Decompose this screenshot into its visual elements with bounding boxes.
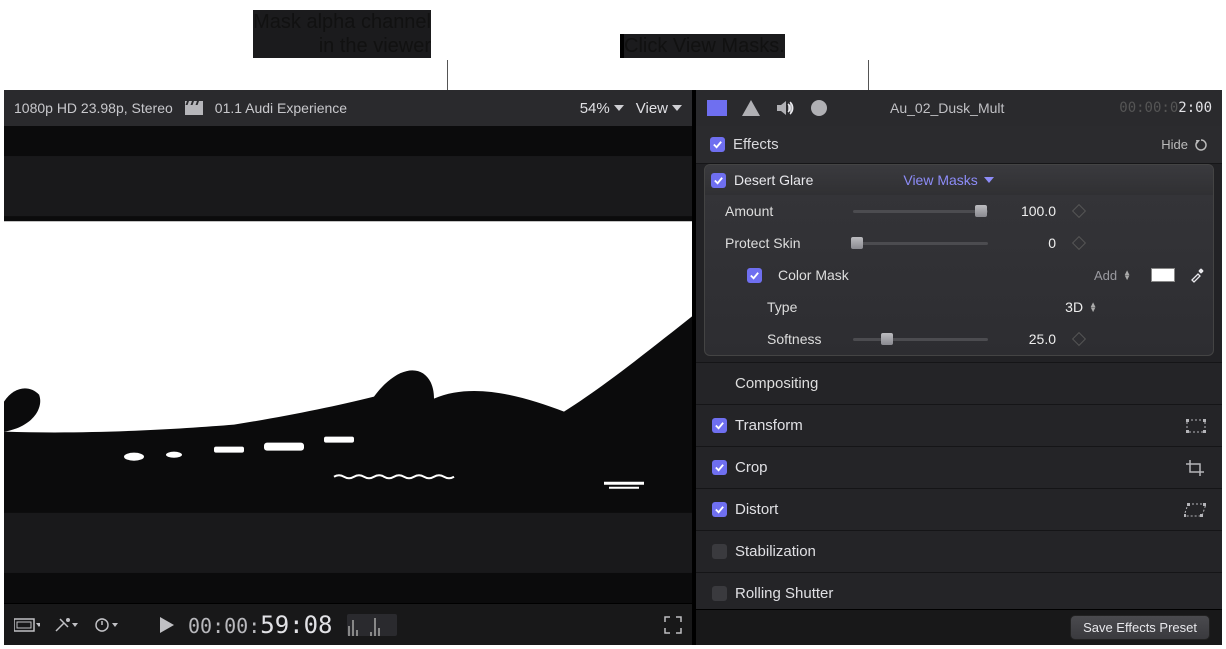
effects-checkbox[interactable] <box>710 137 725 152</box>
rolling-shutter-section[interactable]: Rolling Shutter <box>696 572 1222 609</box>
rolling-shutter-checkbox[interactable] <box>712 586 727 601</box>
zoom-menu[interactable]: 54% <box>580 100 624 117</box>
chevron-down-icon <box>614 105 624 111</box>
callout-mask-alpha: Mask alpha channel in the viewer <box>253 10 431 58</box>
effects-label: Effects <box>733 136 779 153</box>
inspector-panel: Au_02_Dusk_Mult 00:00:02:00 Effects Hide <box>692 90 1222 645</box>
display-options-menu[interactable] <box>14 617 40 633</box>
amount-value[interactable]: 100.0 <box>996 203 1056 219</box>
audio-meter <box>347 614 397 636</box>
view-menu[interactable]: View <box>636 100 682 117</box>
stabilization-section[interactable]: Stabilization <box>696 530 1222 572</box>
crop-icon[interactable] <box>1186 460 1206 476</box>
keyframe-button[interactable] <box>1072 204 1086 218</box>
transform-section[interactable]: Transform <box>696 404 1222 446</box>
stabilization-checkbox[interactable] <box>712 544 727 559</box>
softness-slider[interactable] <box>853 338 988 341</box>
transform-checkbox[interactable] <box>712 418 727 433</box>
clapperboard-icon <box>185 101 203 115</box>
param-type: Type 3D ▲▼ <box>705 291 1213 323</box>
distort-icon[interactable] <box>1184 503 1206 517</box>
chevron-down-icon <box>672 105 682 111</box>
color-mask-checkbox[interactable] <box>747 268 762 283</box>
app-window: 1080p HD 23.98p, Stereo 01.1 Audi Experi… <box>4 90 1222 645</box>
hide-effects-button[interactable]: Hide <box>1161 137 1208 152</box>
crop-section[interactable]: Crop <box>696 446 1222 488</box>
fullscreen-button[interactable] <box>664 616 682 634</box>
effect-enable-checkbox[interactable] <box>711 173 726 188</box>
retime-menu[interactable] <box>94 617 120 633</box>
save-effects-preset-button[interactable]: Save Effects Preset <box>1070 615 1210 640</box>
param-softness: Softness 25.0 <box>705 323 1213 355</box>
transport-bar: 00:00:59:08 <box>4 603 692 645</box>
timecode-display[interactable]: 00:00:59:08 <box>188 611 333 639</box>
color-inspector-tab[interactable] <box>740 99 762 117</box>
keyframe-button[interactable] <box>1072 332 1086 346</box>
effect-title-row[interactable]: Desert Glare View Masks <box>705 165 1213 195</box>
clip-duration: 00:00:02:00 <box>1119 100 1212 116</box>
distort-section[interactable]: Distort <box>696 488 1222 530</box>
param-color-mask: Color Mask Add ▲▼ <box>705 259 1213 291</box>
mask-alpha-display <box>4 126 692 603</box>
clip-name: Au_02_Dusk_Mult <box>890 100 1004 116</box>
effect-desert-glare: Desert Glare View Masks Amount 100.0 <box>704 164 1214 356</box>
video-inspector-tab[interactable] <box>706 99 728 117</box>
amount-slider[interactable] <box>853 210 988 213</box>
callout-view-masks: Click View Masks. <box>620 34 785 58</box>
project-title: 01.1 Audi Experience <box>215 100 347 116</box>
crop-checkbox[interactable] <box>712 460 727 475</box>
param-amount: Amount 100.0 <box>705 195 1213 227</box>
inspector-tabs: Au_02_Dusk_Mult 00:00:02:00 <box>696 90 1222 126</box>
keyframe-button[interactable] <box>1072 236 1086 250</box>
type-menu[interactable]: 3D ▲▼ <box>1065 299 1097 315</box>
format-label: 1080p HD 23.98p, Stereo <box>14 100 173 116</box>
inspector-footer: Save Effects Preset <box>696 609 1222 645</box>
audio-inspector-tab[interactable] <box>774 99 796 117</box>
compositing-section[interactable]: Compositing <box>696 362 1222 404</box>
info-inspector-tab[interactable] <box>808 99 830 117</box>
reset-icon <box>1194 138 1208 152</box>
mask-color-swatch[interactable] <box>1151 268 1175 282</box>
param-protect-skin: Protect Skin 0 <box>705 227 1213 259</box>
viewer-panel: 1080p HD 23.98p, Stereo 01.1 Audi Experi… <box>4 90 692 645</box>
eyedropper-icon[interactable] <box>1189 267 1205 283</box>
effects-section-header[interactable]: Effects Hide <box>696 126 1222 164</box>
protect-skin-value[interactable]: 0 <box>996 235 1056 251</box>
add-mask-menu[interactable]: Add ▲▼ <box>1094 268 1131 283</box>
chevron-down-icon <box>984 177 994 183</box>
effect-name: Desert Glare <box>734 172 813 188</box>
distort-checkbox[interactable] <box>712 502 727 517</box>
tool-menu[interactable] <box>54 617 80 633</box>
protect-skin-slider[interactable] <box>853 242 988 245</box>
play-button[interactable] <box>160 617 174 633</box>
view-masks-menu[interactable]: View Masks <box>903 172 993 188</box>
viewer-header: 1080p HD 23.98p, Stereo 01.1 Audi Experi… <box>4 90 692 126</box>
viewer-canvas[interactable] <box>4 126 692 603</box>
transform-icon[interactable] <box>1186 419 1206 433</box>
softness-value[interactable]: 25.0 <box>996 331 1056 347</box>
